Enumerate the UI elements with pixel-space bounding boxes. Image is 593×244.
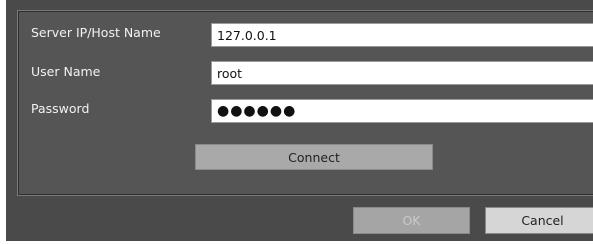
server-host-label: Server IP/Host Name (31, 25, 161, 40)
ok-button[interactable]: OK (353, 207, 470, 234)
password-input[interactable]: ●●●●●● (211, 99, 593, 123)
cancel-button[interactable]: Cancel (485, 207, 593, 234)
user-name-input[interactable]: root (211, 61, 593, 85)
password-label: Password (31, 101, 90, 116)
connection-settings-panel: Server IP/Host Name 127.0.0.1 User Name … (17, 10, 593, 196)
connection-dialog: Server IP/Host Name 127.0.0.1 User Name … (0, 0, 593, 244)
connect-button[interactable]: Connect (195, 144, 433, 170)
user-name-label: User Name (31, 64, 101, 79)
server-host-input[interactable]: 127.0.0.1 (211, 23, 593, 47)
